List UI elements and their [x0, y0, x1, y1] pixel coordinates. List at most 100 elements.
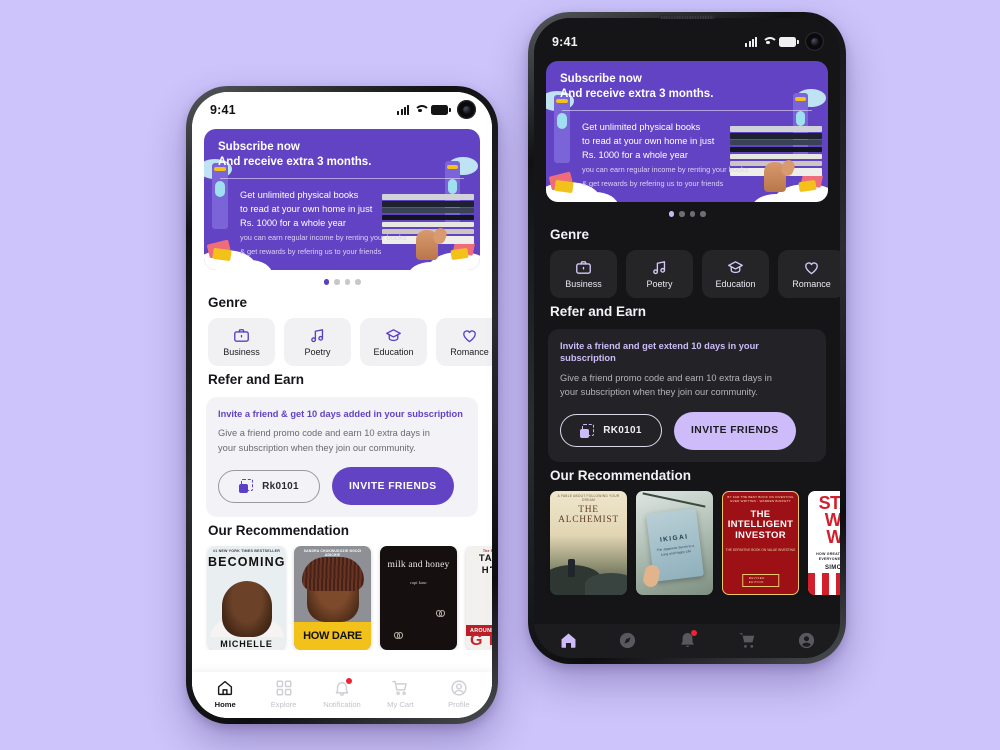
book-top-line: A FABLE ABOUT FOLLOWING YOUR DREAM	[557, 493, 620, 502]
carousel-dot-2[interactable]	[679, 211, 685, 217]
status-bar: 9:41	[192, 92, 492, 123]
phone-screen-light: 9:41 Subscribe now And receive extra 3 m…	[192, 92, 492, 718]
nav-item-my-cart[interactable]	[717, 631, 777, 649]
banner-body-line3: Rs. 1000 for a whole year	[240, 218, 346, 229]
invite-friends-button[interactable]: INVITE FRIENDS	[332, 467, 454, 506]
nav-label: Home	[214, 700, 236, 709]
phone-screen-dark: 9:41 Subscribe now And receive extra 3 m…	[534, 18, 840, 658]
carousel-dot-1[interactable]	[323, 279, 329, 285]
genre-chip-label: Poetry	[646, 278, 673, 289]
home-icon	[216, 679, 234, 697]
refer-section-title: Refer and Earn	[550, 303, 647, 319]
nav-item-profile[interactable]: Profile	[430, 679, 488, 709]
refer-body-line1: Give a friend promo code and earn 10 ext…	[218, 428, 430, 439]
recommendation-book-row[interactable]: A FABLE ABOUT FOLLOWING YOUR DREAM THE A…	[534, 490, 840, 595]
genre-chip-label: Romance	[450, 346, 489, 357]
book-card[interactable]: #1 NEW YORK TIMES BESTSELLER BECOMING MI…	[208, 546, 285, 651]
carousel-dots[interactable]	[534, 202, 840, 221]
banner-body-line2: to read at your own home in just	[240, 204, 373, 214]
promo-banner-carousel[interactable]: Subscribe now And receive extra 3 months…	[534, 55, 840, 203]
app-screen-dark: 9:41 Subscribe now And receive extra 3 m…	[534, 18, 840, 658]
bottom-navigation-bar[interactable]	[534, 624, 840, 658]
scroll-content[interactable]: Subscribe now And receive extra 3 months…	[192, 123, 492, 672]
nav-item-notification[interactable]	[657, 630, 717, 649]
invite-friends-button[interactable]: INVITE FRIENDS	[674, 411, 796, 450]
compass-icon	[618, 631, 636, 649]
book-author: SIMON SINEK	[825, 564, 840, 571]
carousel-dot-4[interactable]	[355, 279, 361, 285]
battery-icon	[431, 105, 451, 115]
book-edition-badge: REVISED EDITION	[741, 573, 780, 587]
promo-code-value: RK0101	[603, 425, 642, 437]
status-bar: 9:41	[534, 18, 840, 55]
nav-item-explore[interactable]	[598, 631, 658, 649]
promo-code-copy-button[interactable]: RK0101	[560, 414, 662, 448]
nav-item-profile[interactable]	[776, 631, 836, 649]
genre-chip-business[interactable]: Business	[208, 317, 275, 366]
book-author: rupi kaur	[410, 579, 427, 585]
banner-fine-line2: & get rewards by refering us to your fri…	[240, 247, 382, 257]
genre-chip-poetry[interactable]: Poetry	[284, 317, 351, 366]
carousel-dot-2[interactable]	[334, 279, 340, 285]
scroll-content[interactable]: Subscribe now And receive extra 3 months…	[534, 55, 840, 624]
wifi-icon	[414, 105, 426, 115]
recommendation-book-row[interactable]: #1 NEW YORK TIMES BESTSELLER BECOMING MI…	[192, 546, 492, 651]
promo-banner[interactable]: Subscribe now And receive extra 3 months…	[204, 129, 480, 271]
promo-banner[interactable]: Subscribe now And receive extra 3 months…	[546, 61, 828, 203]
copy-icon	[580, 423, 595, 438]
book-title: BECOMING	[208, 554, 285, 569]
genre-chip-romance[interactable]: Romance	[436, 317, 492, 366]
genre-chip-poetry[interactable]: Poetry	[626, 249, 693, 298]
carousel-dot-3[interactable]	[689, 211, 695, 217]
notification-badge	[346, 678, 353, 684]
banner-body-line2: to read at your own home in just	[582, 136, 715, 146]
book-card[interactable]: SANDRA CHUKWUDOZIE NGOZI ADICHIE HOW DAR…	[294, 546, 371, 651]
banner-body-line1: Get unlimited physical books	[582, 121, 701, 132]
genre-chip-romance[interactable]: Romance	[778, 249, 840, 298]
book-top-line: BY FAR THE BEST BOOK ON INVESTING EVER W…	[727, 494, 794, 503]
bell-icon	[678, 630, 697, 649]
book-card[interactable]: BY FAR THE BEST BOOK ON INVESTING EVER W…	[722, 490, 799, 595]
promo-code-copy-button[interactable]: Rk0101	[218, 469, 320, 503]
book-card[interactable]: The Superstar of Empire TARAJI P. HENSON…	[466, 546, 492, 651]
book-top-line: #1 NEW YORK TIMES BESTSELLER	[212, 549, 281, 554]
banner-divider	[220, 177, 464, 179]
genre-chip-label: Education	[715, 278, 756, 289]
book-title: IKIGAI	[659, 533, 689, 544]
carousel-dot-1[interactable]	[668, 211, 674, 217]
book-card[interactable]: START WITH WHY HOW GREAT LEADERS INSPIRE…	[808, 490, 840, 595]
signal-bars-icon	[397, 104, 409, 115]
genre-chip-row[interactable]: Business Poetry Education Romance	[534, 249, 840, 298]
banner-fine-line1: you can earn regular income by renting y…	[582, 165, 749, 175]
phone-device-dark: 9:41 Subscribe now And receive extra 3 m…	[528, 12, 846, 664]
book-top-line: The Japanese Secret to a Long and Happy …	[655, 543, 694, 556]
carousel-dot-4[interactable]	[700, 211, 706, 217]
nav-item-home[interactable]	[538, 631, 598, 649]
carousel-dot-3[interactable]	[344, 279, 350, 285]
banner-title-line2: And receive extra 3 months.	[218, 155, 372, 168]
book-top-line: HOW GREAT LEADERS INSPIRE EVERYONE TO TA…	[816, 551, 840, 561]
status-indicators	[397, 100, 476, 119]
genre-chip-row[interactable]: Business Poetry Education Romance	[192, 317, 492, 366]
nav-item-my-cart[interactable]: My Cart	[371, 679, 429, 709]
refer-headline: Invite a friend and get extend 10 days i…	[560, 340, 759, 364]
notification-badge	[690, 630, 697, 636]
nav-item-explore[interactable]: Explore	[254, 679, 312, 709]
copy-icon	[239, 479, 254, 494]
app-screen-light: 9:41 Subscribe now And receive extra 3 m…	[192, 92, 492, 718]
promo-banner-carousel[interactable]: Subscribe now And receive extra 3 months…	[192, 123, 492, 271]
book-sub-line: THE DEFINITIVE BOOK ON VALUE INVESTING	[725, 548, 796, 553]
nav-item-home[interactable]: Home	[196, 679, 254, 709]
genre-chip-education[interactable]: Education	[360, 317, 427, 366]
genre-chip-education[interactable]: Education	[702, 249, 769, 298]
banner-fine-line1: you can earn regular income by renting y…	[240, 233, 407, 243]
genre-chip-business[interactable]: Business	[550, 249, 617, 298]
carousel-dots[interactable]	[192, 270, 492, 289]
front-camera-icon	[457, 100, 476, 119]
graduation-cap-icon	[385, 327, 402, 344]
bottom-navigation-bar[interactable]: Home Explore Notification My Cart Profil…	[192, 672, 492, 718]
book-card[interactable]: milk and honey rupi kaur	[380, 546, 457, 651]
book-card[interactable]: IKIGAI The Japanese Secret to a Long and…	[636, 490, 713, 595]
book-card[interactable]: A FABLE ABOUT FOLLOWING YOUR DREAM THE A…	[550, 490, 627, 595]
nav-item-notification[interactable]: Notification	[313, 678, 371, 709]
